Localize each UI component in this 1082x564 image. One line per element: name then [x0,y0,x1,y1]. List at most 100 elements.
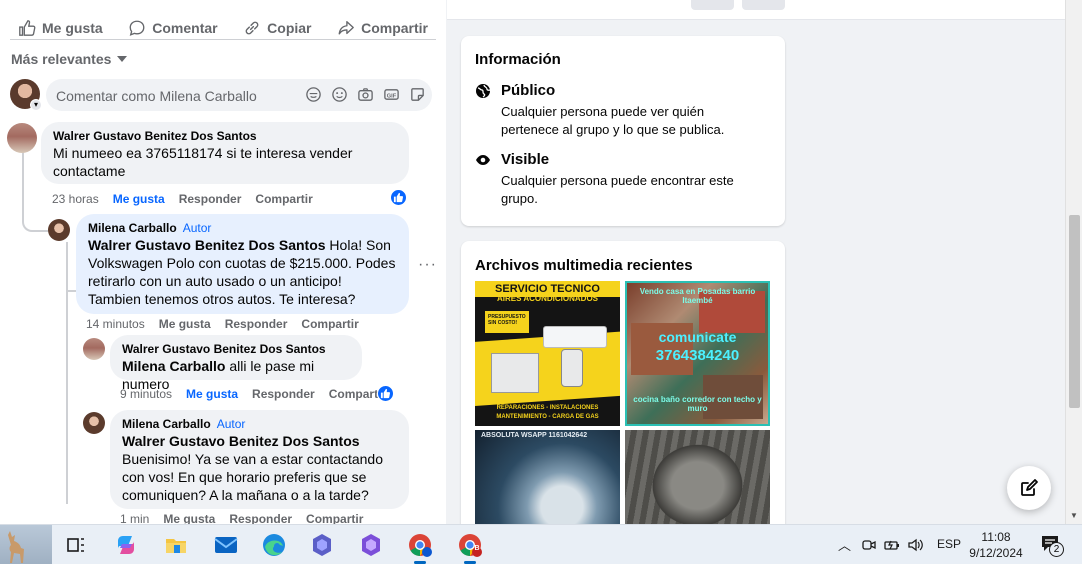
folder-icon [166,539,186,553]
visibility-title: Visible [501,151,550,168]
comment-author[interactable]: Milena Carballo [122,417,211,431]
author-badge: Autor [216,417,246,431]
comment-reply-button[interactable]: Responder [179,192,242,206]
mention-link[interactable]: Milena Carballo [122,358,225,374]
comment-time[interactable]: 1 min [120,512,149,524]
avatar[interactable] [7,123,37,153]
scrollbar-thumb[interactable] [1069,215,1080,408]
copilot-icon [118,536,134,554]
widgets-button[interactable] [0,525,52,564]
comment-author[interactable]: Milena Carballo [88,221,177,235]
comment-reply-button[interactable]: Responder [229,512,292,524]
app-button[interactable] [357,531,385,559]
comment-share-button[interactable]: Compartir [255,192,312,206]
comment-button[interactable]: Comentar [128,18,218,38]
sticker-icon[interactable] [409,86,426,103]
meet-now-icon[interactable] [861,537,877,553]
system-clock[interactable]: 11:08 9/12/2024 [966,529,1026,561]
scroll-down-icon[interactable]: ▼ [1070,511,1078,520]
avatar-sticker-icon[interactable] [305,86,322,103]
media-thumbnail[interactable]: Vendo casa en Posadas barrio Itaembé com… [625,281,770,426]
copy-label: Copiar [267,20,312,36]
comment-author[interactable]: Walrer Gustavo Benitez Dos Santos [122,341,350,357]
comment-time[interactable]: 14 minutos [86,317,145,331]
chrome-profile-badge: B [474,545,480,552]
copilot-button[interactable] [112,531,140,559]
chevron-up-icon[interactable]: ︿ [838,535,851,554]
tire-graphic [645,438,750,533]
like-reaction-badge[interactable] [390,189,407,206]
battery-icon[interactable] [884,537,900,553]
comment-like-button[interactable]: Me gusta [163,512,215,524]
chevron-down-icon[interactable]: ▾ [30,99,42,111]
comment-like-button[interactable]: Me gusta [186,387,238,401]
mention-link[interactable]: Walrer Gustavo Benitez Dos Santos [88,237,326,253]
eye-icon [476,155,490,165]
comment-share-button[interactable]: Compartir [301,317,358,331]
task-view-button[interactable] [62,531,90,559]
header-button[interactable] [742,0,785,10]
comment-bubble: Walrer Gustavo Benitez Dos Santos Milena… [110,335,362,392]
sort-label: Más relevantes [11,51,112,67]
comment-bubble: Milena Carballo Autor Walrer Gustavo Beni… [110,410,409,509]
file-explorer-button[interactable] [162,531,190,559]
media-text: Vendo casa en Posadas barrio Itaembé [639,287,756,305]
comment-author[interactable]: Walrer Gustavo Benitez Dos Santos [53,128,397,144]
comment-time[interactable]: 9 minutos [120,387,172,401]
comment-share-button[interactable]: Compartir [306,512,363,524]
privacy-title: Público [501,82,556,99]
sort-dropdown[interactable]: Más relevantes [11,51,128,67]
clock-date: 9/12/2024 [969,546,1023,560]
edge-button[interactable] [260,531,288,559]
info-card-title: Información [475,51,561,68]
comment-reply-button[interactable]: Responder [252,387,315,401]
remote-graphic [561,349,583,387]
globe-icon [476,84,491,98]
like-reaction-badge[interactable] [377,385,394,402]
comment-text: Mi numeeo ea 3765118174 si te interesa v… [53,145,353,179]
volume-icon[interactable] [907,537,925,553]
comment-like-button[interactable]: Me gusta [113,192,165,206]
like-button[interactable]: Me gusta [18,18,103,38]
chrome-button[interactable]: B [456,531,484,564]
copy-button[interactable]: Copiar [243,18,312,38]
more-options-icon[interactable]: ··· [418,256,437,274]
media-thumbnail[interactable]: SERVICIO TECNICO AIRES ACONDICIONADOS PR… [475,281,620,426]
comment-input[interactable]: Comentar como Milena Carballo GIF [46,79,432,111]
comment-reply-button[interactable]: Responder [225,317,288,331]
mail-button[interactable] [212,531,240,559]
comment-like-button[interactable]: Me gusta [159,317,211,331]
page-scrollbar[interactable]: ▼ [1065,0,1082,524]
new-message-button[interactable] [1007,466,1051,510]
share-button[interactable]: Compartir [337,18,428,38]
header-button[interactable] [691,0,734,10]
notifications-button[interactable]: 2 [1040,534,1066,558]
avatar[interactable] [48,219,70,241]
comment-meta: 14 minutos Me gusta Responder Compartir [86,317,359,331]
emoji-icon[interactable] [331,86,348,103]
comment-bubble: Walrer Gustavo Benitez Dos Santos Mi num… [41,122,409,184]
mention-link[interactable]: Walrer Gustavo Benitez Dos Santos [122,432,397,450]
chrome-profile-button[interactable] [406,531,434,564]
media-text: PRESUPUESTO SIN COSTO! [485,311,529,333]
comment-time[interactable]: 23 horas [52,192,99,206]
task-view-icon [67,538,84,552]
camera-icon[interactable] [357,86,374,103]
thumbs-up-icon [19,20,36,36]
windows-taskbar: B ︿ ESP 11:08 9/12/2024 2 [0,524,1082,564]
avatar[interactable] [83,338,105,360]
media-text: REPARACIONES - INSTALACIONES [496,405,599,411]
chrome-icon [409,534,432,557]
gif-icon[interactable]: GIF [383,86,400,103]
comment-composer: ▾ Comentar como Milena Carballo GIF [10,79,432,111]
share-label: Compartir [361,20,428,36]
svg-text:GIF: GIF [387,93,397,99]
air-conditioner-graphic [543,326,607,348]
comment-meta: 9 minutos Me gusta Responder Compartir [120,387,386,401]
language-indicator[interactable]: ESP [937,537,961,551]
app-button[interactable] [308,531,336,559]
comment-meta: 23 horas Me gusta Responder Compartir [52,192,313,206]
avatar[interactable] [83,412,105,434]
visibility-description: Cualquier persona puede encontrar este g… [501,173,734,206]
like-label: Me gusta [42,20,103,36]
